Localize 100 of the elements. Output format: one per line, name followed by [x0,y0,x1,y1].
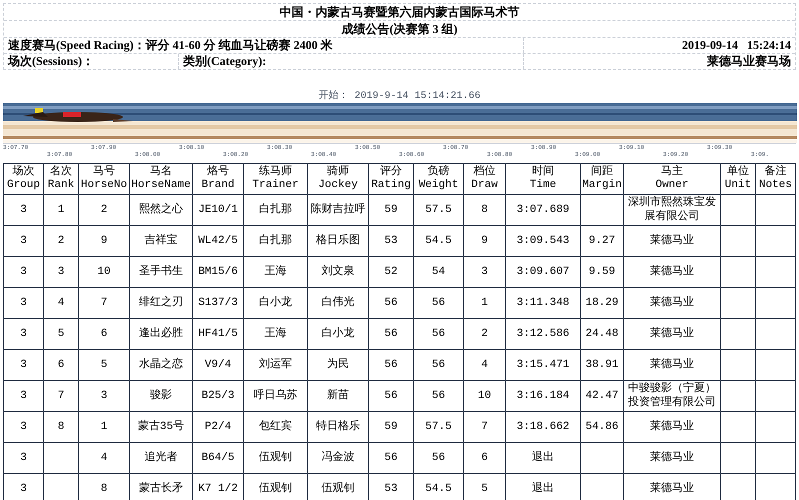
table-cell: 8 [464,194,506,226]
table-cell: 24.48 [580,318,624,350]
table-cell: 56 [414,350,464,380]
table-cell: 吉祥宝 [130,226,192,256]
table-cell [720,442,756,474]
report-title: 中国・内蒙古马赛暨第六届内蒙古国际马术节 [278,4,520,20]
table-cell: 1 [44,194,78,226]
table-cell: 特日格乐 [308,412,368,442]
table-cell: WL42/5 [192,226,244,256]
table-cell [720,350,756,380]
table-cell: 莱德马业 [624,442,720,474]
table-cell: 圣手书生 [130,256,192,288]
column-header: 单位 Unit [720,164,756,194]
table-cell: 5 [78,350,130,380]
table-cell: 白伟光 [308,288,368,318]
table-cell: 退出 [506,442,580,474]
table-cell: 4 [78,442,130,474]
table-cell [720,256,756,288]
table-cell [720,194,756,226]
table-cell: 9.27 [580,226,624,256]
table-cell: 2 [78,194,130,226]
table-cell: 1 [464,288,506,318]
table-cell: 3 [464,256,506,288]
table-cell: 3:16.184 [506,380,580,412]
table-cell: 骏影 [130,380,192,412]
table-cell: 54.86 [580,412,624,442]
table-cell: 9 [78,226,130,256]
table-cell: 3 [4,256,44,288]
table-cell: 追光者 [130,442,192,474]
column-header: 评分 Rating [368,164,414,194]
table-cell: 陈财吉拉呼 [308,194,368,226]
table-cell: JE10/1 [192,194,244,226]
table-cell: 莱德马业 [624,412,720,442]
table-cell: 56 [414,442,464,474]
table-cell: 9 [464,226,506,256]
table-cell: 刘运军 [244,350,308,380]
table-cell: 白扎那 [244,194,308,226]
column-header: 时间 Time [506,164,580,194]
table-cell: 水晶之恋 [130,350,192,380]
table-cell: 10 [78,256,130,288]
table-cell: 伍观钊 [244,442,308,474]
table-cell: 57.5 [414,412,464,442]
table-cell: 包红宾 [244,412,308,442]
table-cell: 3:09.607 [506,256,580,288]
table-cell: BM15/6 [192,256,244,288]
table-cell: 3:11.348 [506,288,580,318]
table-cell: 3 [4,412,44,442]
table-cell: 刘文泉 [308,256,368,288]
table-cell: 3 [4,350,44,380]
table-cell [580,194,624,226]
table-cell: 6 [44,350,78,380]
table-cell: B64/5 [192,442,244,474]
table-cell: 10 [464,380,506,412]
column-header: 负磅 Weight [414,164,464,194]
table-cell [720,318,756,350]
table-cell: 为民 [308,350,368,380]
table-cell: 8 [44,412,78,442]
table-cell: 逢出必胜 [130,318,192,350]
table-cell: 54.5 [414,226,464,256]
table-cell [756,288,796,318]
table-cell: 白扎那 [244,226,308,256]
start-time: 开始： 2019-9-14 15:14:21.66 [318,91,481,102]
column-header: 场次 Group [4,164,44,194]
table-cell: 2 [44,226,78,256]
table-cell: 3 [78,380,130,412]
race-info: 速度赛马(Speed Racing)：评分 41-60 分 纯血马让磅赛 2400 米 [8,38,333,52]
table-cell [756,256,796,288]
column-header: 骑师 Jockey [308,164,368,194]
table-cell: 56 [414,288,464,318]
table-cell [720,226,756,256]
table-cell [720,380,756,412]
table-cell: 1 [78,412,130,442]
table-cell: 53 [368,226,414,256]
table-cell: 3:09.543 [506,226,580,256]
table-cell: 6 [464,442,506,474]
table-cell [720,288,756,318]
table-cell: 白小龙 [244,288,308,318]
table-cell: 3 [4,288,44,318]
table-cell: 3 [4,318,44,350]
table-cell: HF41/5 [192,318,244,350]
table-cell [580,442,624,474]
table-cell: 56 [414,318,464,350]
table-cell: 9.59 [580,256,624,288]
table-cell: 中骏骏影（宁夏）投资管理有限公司 [624,380,720,412]
table-cell [720,412,756,442]
table-cell: 3:12.586 [506,318,580,350]
table-cell: 56 [368,442,414,474]
sessions-label: 场次(Sessions)： [8,54,94,68]
table-cell: 56 [368,288,414,318]
table-cell: 7 [44,380,78,412]
table-cell: 3 [4,380,44,412]
table-cell: 5 [44,318,78,350]
table-cell: 莱德马业 [624,288,720,318]
table-cell: 3:07.689 [506,194,580,226]
table-cell: 54 [414,256,464,288]
table-cell: 3:18.662 [506,412,580,442]
column-header: 马名 HorseName [130,164,192,194]
table-cell [756,380,796,412]
column-header: 马主 Owner [624,164,720,194]
table-cell: 2 [464,318,506,350]
